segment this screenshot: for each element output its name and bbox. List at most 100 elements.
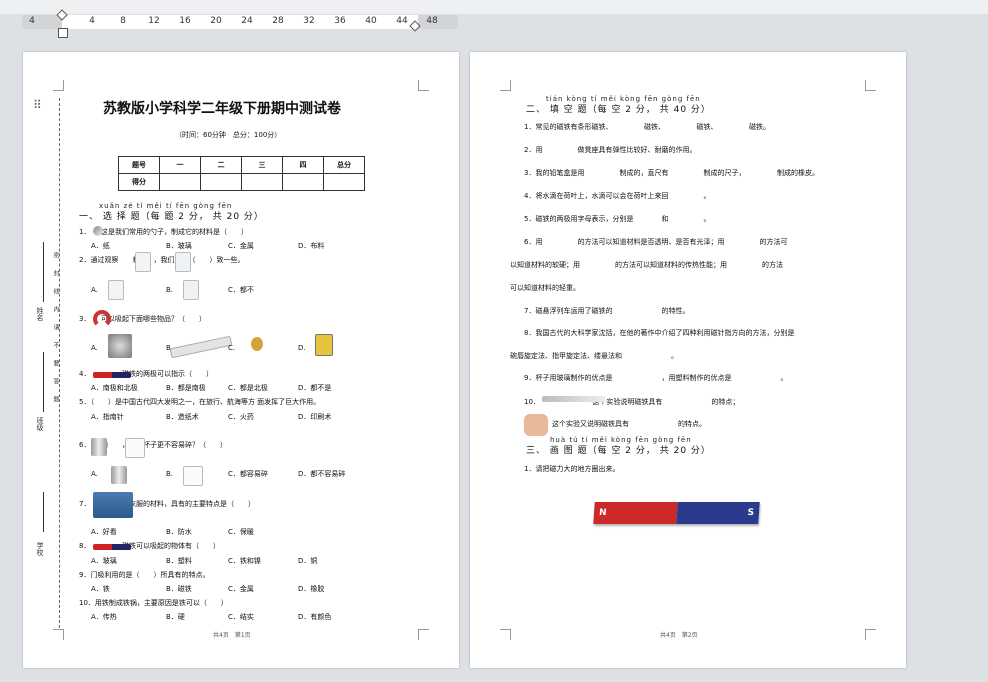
table-cell: 总分 (323, 156, 365, 174)
fill-line: 8．我国古代的大科学家沈括，在他的著作中介绍了四种利用磁针指方向的方法，分别是 (524, 329, 795, 337)
q6-option-b: B. (166, 470, 174, 478)
bar-magnet-image (93, 544, 131, 550)
side-label-school: 学校 (36, 542, 44, 556)
ruler-tick: 12 (148, 16, 160, 26)
ruler-tick: 36 (334, 16, 346, 26)
bar-magnet-image (93, 372, 131, 378)
q10-option-a: A．传热 (91, 613, 117, 621)
question-5: 5．（ ）是中国古代四大发明之一，在旅行、航海等方 面发挥了巨大作用。 (79, 398, 321, 406)
page-corner-mark (418, 80, 429, 91)
q10-option-c: C．结实 (228, 613, 254, 621)
side-label-class: 班级 (36, 417, 44, 431)
q5-option-d: D．印刷术 (298, 413, 332, 421)
q1-option-a: A．纸 (91, 242, 110, 250)
q6-option-c: C．都容易碎 (228, 470, 268, 478)
q10-option-d: D．有颜色 (298, 613, 332, 621)
question-9: 9．门吸利用的是（ ）所具有的特点。 (79, 571, 210, 579)
fill-line: 可以知道材料的轻重。 (510, 284, 580, 292)
section-2-heading: 二、 填 空 题（每 空 2 分， 共 40 分） (526, 105, 711, 115)
ruler-tick: 20 (210, 16, 222, 26)
north-label: N (598, 508, 607, 518)
page-corner-mark (500, 80, 511, 91)
table-cell: 二 (200, 156, 242, 174)
horseshoe-magnet-image (93, 310, 111, 328)
section-1-pinyin: xuǎn zé tí měi tí fēn gòng fēn (99, 202, 233, 210)
q4-option-c: C．都是北极 (228, 384, 268, 392)
q7-option-b: B．防水 (166, 528, 192, 536)
ruler-tick: 48 (426, 16, 438, 26)
south-label: S (747, 508, 755, 518)
horizontal-ruler[interactable]: 4 4 8 12 16 20 24 28 32 36 40 44 48 (22, 15, 458, 29)
ruler-tick: 8 (120, 16, 126, 26)
q8-option-c: C．铁和镍 (228, 557, 261, 565)
q4-option-a: A．南极和北极 (91, 384, 138, 392)
ceramic-cup-image (183, 466, 203, 486)
q7-option-c: C．保暖 (228, 528, 254, 536)
page-footer: 共4页 第1页 (213, 632, 251, 639)
q10-option-b: B．硬 (166, 613, 185, 621)
paper-cup-image (135, 252, 151, 272)
q2-option-b: B. (166, 286, 174, 294)
ruler-tick: 4 (29, 16, 35, 26)
exam-subtitle: （时间：60分钟 总分：100分） (175, 131, 282, 139)
question-1: 1． 这是我们常用的勺子，制成它的材料是（ ） (79, 228, 248, 236)
sweater-image (93, 492, 133, 518)
binder-clip-image (315, 334, 333, 356)
page-title: 苏教版小学科学二年级下册期中测试卷 (103, 101, 341, 117)
q1-option-d: D．布料 (298, 242, 325, 250)
sealed-line-note: 密 封 线 内 请 不 要 答 题 (52, 252, 59, 402)
table-cell (159, 173, 201, 191)
ceramic-cup-image (125, 438, 145, 458)
q8-option-d: D．铜 (298, 557, 318, 565)
q9-option-d: D．橡胶 (298, 585, 325, 593)
ruler-tick: 44 (396, 16, 408, 26)
q3-option-d: D. (298, 344, 306, 352)
q2-option-a: A. (91, 286, 98, 294)
steel-cup-image (91, 438, 107, 456)
page-corner-mark (500, 629, 511, 640)
page-corner-mark (865, 629, 876, 640)
document-page-1: ⠿ 密 封 线 内 请 不 要 答 题 学校 班级 姓名 苏教版小学科学二年级下… (23, 52, 459, 668)
q6-option-d: D．都不容易碎 (298, 470, 346, 478)
paper-cup-image (108, 280, 124, 300)
section-1-heading: 一、 选 择 题（每 题 2 分， 共 20 分） (79, 212, 264, 222)
table-cell: 一 (159, 156, 201, 174)
q9-option-a: A．铁 (91, 585, 110, 593)
q4-option-d: D．都不是 (298, 384, 332, 392)
section-2-pinyin: tián kòng tí měi kòng fēn gòng fēn (546, 95, 701, 103)
ruler-image (169, 335, 233, 359)
q8-option-a: A．玻璃 (91, 557, 117, 565)
table-cell (200, 173, 242, 191)
magnet-south-pole: S (675, 502, 760, 524)
bar-magnet-drawing[interactable]: N S (593, 502, 760, 524)
section-3-pinyin: huà tú tí měi kòng fēn gòng fēn (550, 436, 692, 444)
fill-line: 4．将水滴在荷叶上，水滴可以会在荷叶上来回 。 (524, 192, 711, 200)
drag-handle-icon[interactable]: ⠿ (33, 99, 42, 111)
page-footer: 共4页 第2页 (660, 632, 698, 639)
q3-option-c: C. (228, 344, 236, 352)
page-corner-mark (418, 629, 429, 640)
hands-magnet-image (524, 414, 548, 436)
q9-option-b: B．磁铁 (166, 585, 192, 593)
q5-option-c: C．火药 (228, 413, 254, 421)
q6-option-a: A. (91, 470, 98, 478)
table-cell: 得分 (118, 173, 160, 191)
magnet-experiment-image (542, 396, 606, 402)
q7-option-a: A．好看 (91, 528, 117, 536)
glass-cup-image (175, 252, 191, 272)
page-corner-mark (53, 80, 64, 91)
page-corner-mark (865, 80, 876, 91)
score-table-header-row: 题号 一 二 三 四 总分 (118, 156, 365, 174)
fill-line: 6．用 的方法可以知道材料是否透明、是否有光泽；用 的方法可 (524, 238, 788, 246)
q3-option-a: A. (91, 344, 98, 352)
score-table: 题号 一 二 三 四 总分 得分 (118, 156, 365, 191)
ruler-tick: 40 (365, 16, 377, 26)
q8-option-b: B．塑料 (166, 557, 192, 565)
fill-line: 碗唇旋定法、指甲旋定法、缕悬法和 。 (510, 352, 678, 360)
ruler-tick: 28 (272, 16, 284, 26)
left-indent-marker[interactable] (58, 28, 68, 38)
fill-line: 3．我的铅笔盒是用 制成的，直尺有 制成的尺子， 制成的橡皮。 (524, 169, 819, 177)
side-blank-line (43, 352, 44, 412)
q5-option-a: A．指南针 (91, 413, 124, 421)
magnet-north-pole: N (593, 502, 678, 524)
